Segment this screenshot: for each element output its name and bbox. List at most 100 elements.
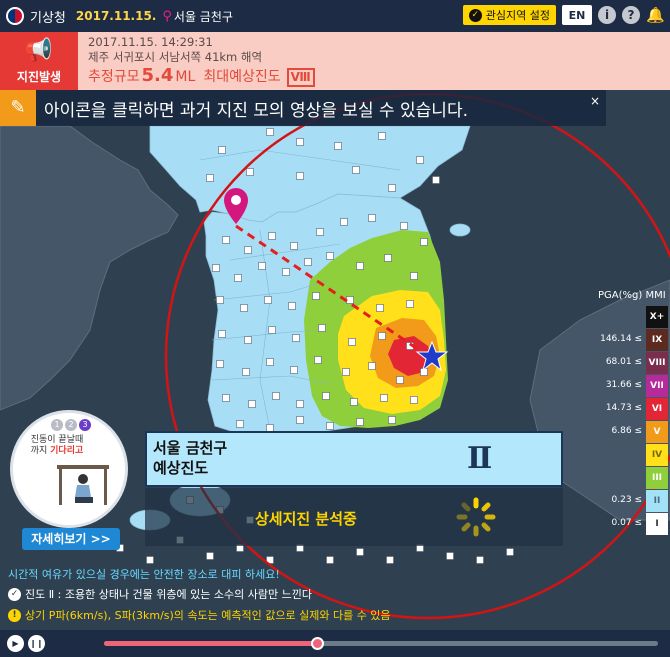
- legend-pga: 0.23 ≤: [611, 495, 642, 505]
- station-marker: [242, 368, 250, 376]
- station-marker: [266, 358, 274, 366]
- crouching-person-icon: [57, 465, 109, 505]
- legend-mmi-swatch: V: [646, 421, 668, 443]
- earthquake-alert-banner: 📢 지진발생 2017.11.15. 14:29:31 제주 서귀포시 서남서쪽…: [0, 32, 670, 90]
- legend-mmi-swatch: VII: [646, 375, 668, 397]
- info-icon[interactable]: i: [598, 6, 616, 24]
- legend-pga: 31.66 ≤: [605, 380, 642, 390]
- bell-icon[interactable]: 🔔: [646, 6, 665, 24]
- legend-row: 14.73 ≤ VI: [592, 398, 670, 421]
- legend-mmi-swatch: X+: [646, 306, 668, 328]
- station-marker: [384, 254, 392, 262]
- legend-pga: 68.01 ≤: [605, 357, 642, 367]
- language-button[interactable]: EN: [562, 5, 592, 25]
- station-marker: [506, 548, 514, 556]
- quake-badge: 📢 지진발생: [0, 32, 78, 90]
- station-marker: [236, 420, 244, 428]
- legend-mmi-swatch: VI: [646, 398, 668, 420]
- wave-speed-note: ! 상기 P파(6km/s), S파(3km/s)의 속도는 예측적인 값으로 …: [8, 607, 391, 623]
- video-icon[interactable]: ✎: [0, 90, 36, 126]
- legend-row: 146.14 ≤ IX: [592, 329, 670, 352]
- station-marker: [350, 398, 358, 406]
- max-intensity-value: Ⅷ: [286, 68, 315, 87]
- station-marker: [268, 326, 276, 334]
- station-marker: [222, 394, 230, 402]
- station-marker: [368, 214, 376, 222]
- guide-line-1: 진동이 끝날때: [30, 435, 84, 445]
- station-marker: [206, 552, 214, 560]
- legend-pga: 0.07 ≤: [611, 518, 642, 528]
- station-marker: [272, 392, 280, 400]
- station-marker: [240, 304, 248, 312]
- analysis-panel: 상세지진 분석중: [145, 488, 563, 546]
- legend-row: X+: [592, 306, 670, 329]
- magnitude-unit: ML: [175, 69, 196, 85]
- loading-spinner-icon: [456, 497, 496, 537]
- legend-row: III: [592, 467, 670, 490]
- station-marker: [216, 360, 224, 368]
- station-marker: [264, 296, 272, 304]
- location-pin-icon: ⚲: [162, 8, 172, 24]
- station-marker: [352, 166, 360, 174]
- earthquake-app: 기상청 2017.11.15. ⚲ 서울 금천구 ✓ 관심지역 설정 EN i …: [0, 0, 670, 657]
- video-notice: ✎ 아이콘을 클릭하면 과거 지진 모의 영상을 보실 수 있습니다. ×: [0, 90, 606, 126]
- station-marker: [266, 128, 274, 136]
- station-marker: [314, 356, 322, 364]
- station-marker: [222, 236, 230, 244]
- legend-row: 0.23 ≤ II: [592, 490, 670, 513]
- station-marker: [416, 156, 424, 164]
- pause-icon[interactable]: ❙❙: [28, 635, 45, 652]
- guide-step: 2: [65, 419, 77, 431]
- station-marker: [218, 146, 226, 154]
- intensity-description: ✓ 진도 Ⅱ : 조용한 상태나 건물 위층에 있는 소수의 사람만 느낀다: [8, 586, 312, 602]
- station-marker: [340, 218, 348, 226]
- more-details-button[interactable]: 자세히보기 >>: [22, 528, 120, 550]
- area-setting-button[interactable]: ✓ 관심지역 설정: [462, 5, 556, 25]
- station-marker: [388, 184, 396, 192]
- station-marker: [356, 262, 364, 270]
- station-marker: [342, 368, 350, 376]
- area-setting-label: 관심지역 설정: [485, 9, 550, 22]
- progress-fill: [104, 641, 318, 646]
- quake-badge-label: 지진발생: [16, 70, 62, 84]
- event-datetime: 2017.11.15. 14:29:31: [88, 35, 213, 49]
- station-marker: [406, 300, 414, 308]
- station-marker: [368, 362, 376, 370]
- location-name: 서울 금천구: [153, 439, 228, 457]
- max-intensity-label: 최대예상진도: [203, 69, 281, 85]
- play-icon[interactable]: ▶: [7, 635, 24, 652]
- station-marker: [212, 264, 220, 272]
- station-marker: [296, 172, 304, 180]
- progress-track[interactable]: [104, 637, 658, 650]
- station-marker: [396, 376, 404, 384]
- legend-row: IV: [592, 444, 670, 467]
- station-marker: [234, 274, 242, 282]
- station-marker: [318, 324, 326, 332]
- legend-mmi-swatch: II: [646, 490, 668, 512]
- legend-row: 68.01 ≤ VIII: [592, 352, 670, 375]
- station-marker: [292, 334, 300, 342]
- legend-row: 0.07 ≤ I: [592, 513, 670, 536]
- station-marker: [378, 332, 386, 340]
- station-marker: [288, 302, 296, 310]
- kma-logo-icon: [6, 7, 24, 25]
- station-marker: [420, 238, 428, 246]
- safety-guide-card[interactable]: 1 2 3 진동이 끝날때 까지 기다리고: [10, 410, 128, 528]
- megaphone-icon: 📢: [25, 38, 53, 63]
- progress-knob[interactable]: [311, 637, 325, 650]
- station-marker: [348, 338, 356, 346]
- station-marker: [334, 142, 342, 150]
- station-marker: [268, 232, 276, 240]
- check-circle-icon: ✓: [8, 587, 21, 601]
- legend-pga: 14.73 ≤: [605, 403, 642, 413]
- close-icon[interactable]: ×: [590, 94, 600, 108]
- agency-name: 기상청: [30, 10, 66, 26]
- epicenter-text: 제주 서귀포시 서남서쪽 41km 해역: [88, 50, 263, 64]
- station-marker: [476, 556, 484, 564]
- wave-speed-note-text: 상기 P파(6km/s), S파(3km/s)의 속도는 예측적인 값으로 실제…: [25, 609, 391, 622]
- help-icon[interactable]: ?: [622, 6, 640, 24]
- station-marker: [296, 138, 304, 146]
- station-marker: [432, 176, 440, 184]
- legend-pga: 146.14 ≤: [600, 334, 642, 344]
- station-marker: [380, 394, 388, 402]
